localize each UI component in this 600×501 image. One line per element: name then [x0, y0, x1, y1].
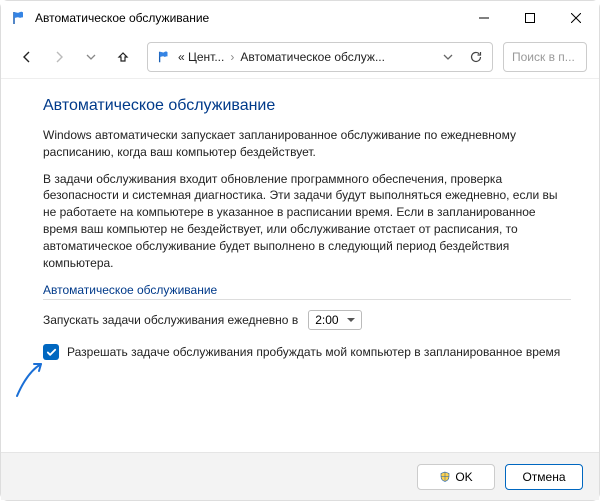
forward-button[interactable]: [45, 43, 73, 71]
schedule-label: Запускать задачи обслуживания ежедневно …: [43, 313, 298, 327]
search-placeholder: Поиск в п...: [512, 50, 575, 64]
page-title: Автоматическое обслуживание: [43, 97, 571, 115]
chevron-down-icon[interactable]: [440, 52, 456, 62]
section-title: Автоматическое обслуживание: [43, 283, 571, 297]
up-button[interactable]: [109, 43, 137, 71]
back-button[interactable]: [13, 43, 41, 71]
wake-checkbox-label[interactable]: Разрешать задаче обслуживания пробуждать…: [67, 344, 560, 361]
search-input[interactable]: Поиск в п...: [503, 42, 587, 72]
shield-icon: [439, 471, 451, 483]
cancel-label: Отмена: [522, 470, 565, 484]
close-button[interactable]: [553, 1, 599, 35]
ok-label: OK: [455, 470, 472, 484]
maximize-button[interactable]: [507, 1, 553, 35]
details-text: В задачи обслуживания входит обновление …: [43, 171, 571, 272]
minimize-button[interactable]: [461, 1, 507, 35]
divider: [43, 299, 571, 300]
annotation-arrow: [13, 360, 49, 400]
app-flag-icon: [11, 10, 27, 26]
cancel-button[interactable]: Отмена: [505, 464, 583, 490]
intro-text: Windows автоматически запускает запланир…: [43, 127, 571, 161]
wake-checkbox[interactable]: [43, 344, 59, 360]
recent-locations-button[interactable]: [77, 43, 105, 71]
breadcrumb-1[interactable]: « Цент...: [178, 50, 224, 64]
schedule-time-select[interactable]: 2:00: [308, 310, 362, 330]
window-title: Автоматическое обслуживание: [35, 11, 461, 25]
breadcrumb-2[interactable]: Автоматическое обслуж...: [240, 50, 385, 64]
address-bar[interactable]: « Цент... › Автоматическое обслуж...: [147, 42, 493, 72]
chevron-right-icon: ›: [230, 50, 234, 64]
ok-button[interactable]: OK: [417, 464, 495, 490]
flag-icon: [156, 50, 172, 64]
refresh-icon[interactable]: [468, 50, 484, 64]
